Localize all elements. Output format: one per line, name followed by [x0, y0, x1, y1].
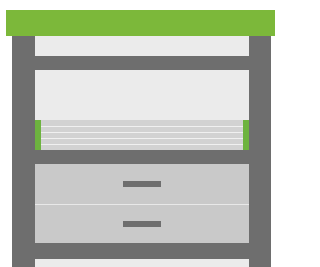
top-bar [6, 10, 275, 36]
lower-drawer[interactable] [35, 205, 249, 243]
cabinet-right-edge [243, 120, 249, 150]
bottom-shelf-beam [12, 243, 271, 259]
middle-shelf-beam [12, 150, 271, 164]
cabinet-slat-line [41, 126, 243, 127]
wall-cabinet [35, 120, 249, 150]
shelving-unit-illustration [0, 0, 275, 267]
upper-shelf-beam [12, 56, 271, 70]
drawer-handle-icon[interactable] [123, 181, 161, 187]
upper-drawer[interactable] [35, 164, 249, 204]
cabinet-left-edge [35, 120, 41, 150]
drawer-handle-icon[interactable] [123, 221, 161, 227]
cabinet-slat-line [41, 138, 243, 139]
cabinet-slat-line [41, 132, 243, 133]
cabinet-slat-line [41, 144, 243, 145]
